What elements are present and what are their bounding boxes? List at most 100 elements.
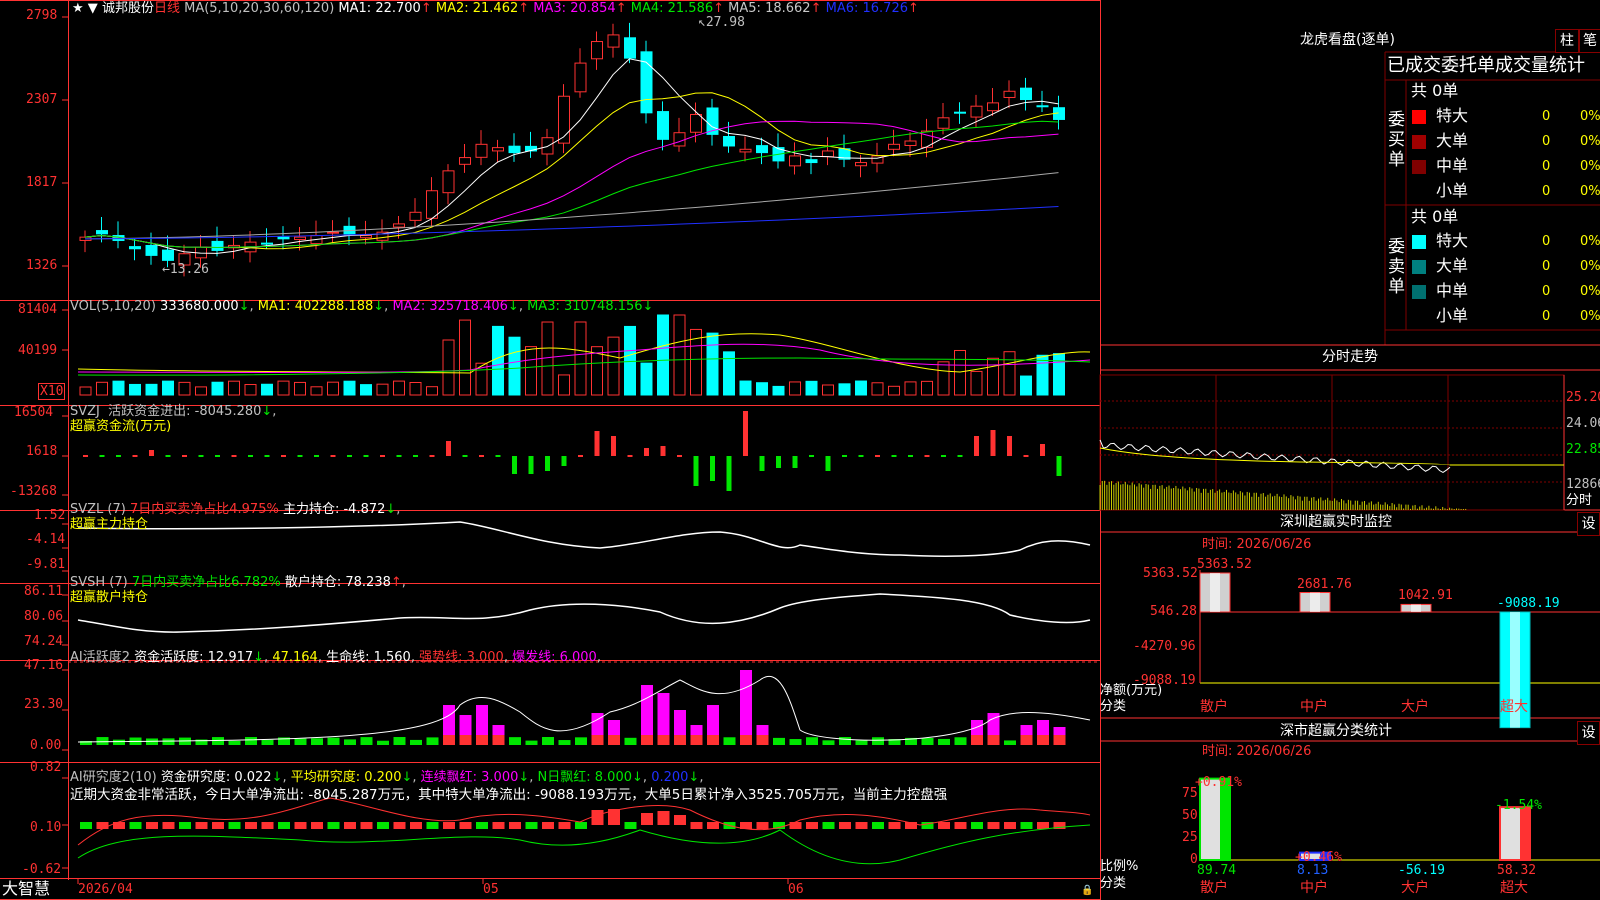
flow-bar bbox=[215, 455, 220, 457]
ma5-arrow: ↑ bbox=[810, 1, 822, 16]
volume-bar bbox=[871, 382, 884, 396]
dragon-title: 龙虎看盘(逐单) bbox=[1300, 32, 1395, 48]
research-bar bbox=[311, 822, 323, 829]
volume-bar bbox=[855, 380, 867, 396]
activity-bar bbox=[575, 737, 587, 745]
svsh-header: SVSH (7) 7日内买卖净占比6.782% 散户持仓: 78.238↑, bbox=[70, 575, 406, 590]
flow-bar bbox=[281, 455, 286, 457]
y-tick-label: -9.81 bbox=[26, 557, 66, 572]
flow-bar bbox=[743, 411, 748, 456]
buy-row-label: 中单 bbox=[1436, 156, 1469, 175]
activity-base bbox=[987, 735, 1000, 745]
buy-row-percent: 0% bbox=[1580, 184, 1600, 199]
research-bar bbox=[80, 822, 92, 829]
activity-bar bbox=[872, 737, 884, 745]
period-label[interactable]: 日线 bbox=[154, 1, 180, 16]
y-tick-label: 25 bbox=[1182, 830, 1198, 845]
activity-bar bbox=[624, 737, 637, 745]
volume-bar bbox=[343, 380, 356, 396]
flow-bar bbox=[1023, 455, 1029, 457]
volume-bar bbox=[607, 336, 620, 396]
flow-bar bbox=[776, 456, 781, 468]
y-tick-label: 23.30 bbox=[24, 697, 64, 712]
x-tick-label: 2026/04 bbox=[78, 882, 133, 897]
sz-monitor-ylabel: 净额(万元) bbox=[1100, 683, 1163, 698]
ma-params: MA(5,10,20,30,60,120) bbox=[184, 1, 335, 16]
flow-bar bbox=[677, 455, 682, 457]
flow-bar bbox=[347, 455, 352, 457]
candle bbox=[673, 132, 686, 147]
ai2-header: AI研究度2(10) 资金研究度: 0.022↓, 平均研究度: 0.200↓,… bbox=[70, 770, 704, 785]
intraday-avg-line bbox=[1099, 447, 1564, 466]
ai2-value: 资金研究度: 0.022 bbox=[160, 770, 272, 785]
ai1-name: AI活跃度2 bbox=[70, 650, 130, 665]
buy-row-label: 小单 bbox=[1436, 181, 1469, 200]
ai1-burst: 爆发线: 6.000 bbox=[512, 650, 597, 665]
research-bar bbox=[756, 822, 769, 829]
settings-button[interactable]: 设 bbox=[1577, 512, 1600, 536]
research-bar bbox=[525, 822, 538, 829]
bar-mode-button[interactable]: 柱 bbox=[1555, 29, 1579, 53]
tick-mode-button[interactable]: 笔 bbox=[1579, 29, 1600, 53]
activity-bar bbox=[558, 740, 571, 745]
lock-icon[interactable]: 🔒 bbox=[1081, 883, 1093, 898]
flow-bar bbox=[396, 455, 402, 457]
y-tick-label: -4270.96 bbox=[1133, 639, 1196, 654]
sell-row-percent: 0% bbox=[1580, 284, 1600, 299]
research-line bbox=[77, 824, 1091, 865]
candle bbox=[492, 147, 504, 152]
ai1-header: AI活跃度2 资金活跃度: 12.917↓, 47.164, 生命线: 1.56… bbox=[70, 650, 601, 665]
research-bar bbox=[179, 822, 191, 829]
ai2-cont: 连续飘红: 3.000 bbox=[420, 770, 519, 785]
research-bar bbox=[410, 822, 422, 829]
flow-bar bbox=[561, 456, 567, 466]
volume-bar bbox=[261, 383, 273, 396]
research-bar bbox=[393, 822, 406, 829]
y-tick-label: 50 bbox=[1182, 808, 1198, 823]
sz-monitor-title: 深圳超赢实时监控 bbox=[1280, 514, 1392, 530]
activity-base bbox=[707, 735, 719, 745]
ma4-value: MA4: 21.586 bbox=[630, 1, 714, 16]
activity-bar bbox=[426, 737, 439, 745]
candle bbox=[393, 223, 405, 228]
flow-bar bbox=[363, 455, 369, 457]
intraday-price-line bbox=[1099, 439, 1451, 474]
activity-bar bbox=[377, 740, 389, 745]
volume-bar bbox=[888, 385, 900, 396]
research-bar bbox=[674, 815, 686, 825]
volume-bar bbox=[393, 380, 405, 396]
research-bar bbox=[971, 822, 983, 829]
bar-value-label: 5363.52 bbox=[1197, 557, 1252, 572]
candle bbox=[294, 236, 306, 241]
buy-row-percent: 0% bbox=[1580, 134, 1600, 149]
volume-bar bbox=[772, 385, 785, 396]
sell-row-percent: 0% bbox=[1580, 234, 1600, 249]
volume-bar bbox=[756, 382, 768, 396]
flow-bar bbox=[924, 455, 930, 457]
bar-highlight bbox=[1210, 573, 1220, 612]
volume-bar bbox=[195, 386, 207, 396]
star-icon[interactable]: ★ ▼ bbox=[72, 1, 98, 16]
flow-bar bbox=[99, 455, 105, 457]
activity-base bbox=[1053, 735, 1066, 745]
y-tick-label: 24.06 bbox=[1566, 416, 1600, 431]
settings-button[interactable]: 设 bbox=[1577, 721, 1600, 745]
activity-base bbox=[443, 735, 455, 745]
candle bbox=[937, 117, 950, 129]
y-tick-label: 80.06 bbox=[24, 609, 64, 624]
activity-base bbox=[756, 735, 769, 745]
candlestick-chart[interactable] bbox=[0, 0, 1600, 900]
volume-bar bbox=[558, 374, 570, 396]
volume-bar bbox=[706, 332, 719, 396]
research-bar bbox=[657, 811, 670, 825]
volume-bar bbox=[954, 349, 966, 396]
low-label: ←13.26 bbox=[162, 262, 209, 277]
flow-bar bbox=[941, 455, 946, 457]
research-bar bbox=[806, 822, 818, 829]
flow-bar bbox=[545, 456, 550, 471]
sz-class-xlabel: 分类 bbox=[1100, 876, 1127, 891]
y-tick-label: 2307 bbox=[26, 92, 58, 107]
activity-bar bbox=[410, 739, 422, 745]
flow-bar bbox=[594, 431, 600, 456]
activity-bar bbox=[228, 740, 241, 745]
